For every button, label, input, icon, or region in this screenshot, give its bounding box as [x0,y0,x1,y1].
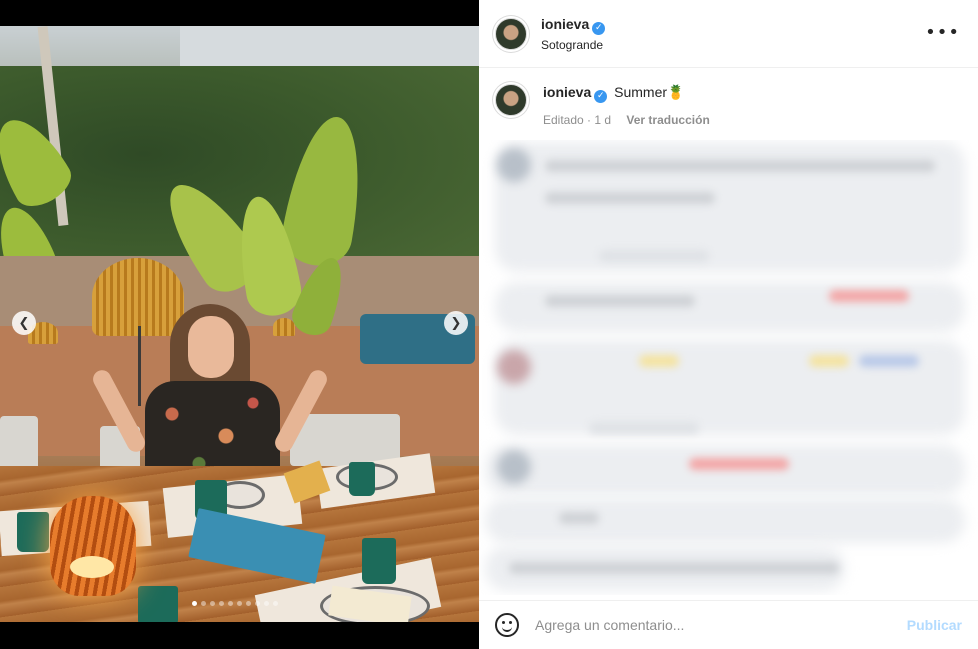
caption: ionieva ✓ Summer🍍 Editado · 1 d Ver tradu… [479,68,978,127]
more-options-icon: ••• [925,22,960,43]
post-header: ionieva ✓ Sotogrande ••• [479,0,978,68]
carousel-prev-button[interactable]: ❮ [12,311,36,335]
carousel-dot [228,601,233,606]
chevron-left-icon: ❮ [18,315,30,331]
carousel-next-button[interactable]: ❯ [444,311,468,335]
post-photo[interactable] [0,26,479,622]
carousel-dot [210,601,215,606]
author-username[interactable]: ionieva [541,16,589,32]
edited-label: Editado [543,113,584,127]
caption-avatar[interactable] [495,84,527,116]
carousel-dot [192,601,197,606]
carousel-dot [219,601,224,606]
more-options-button[interactable]: ••• [925,22,960,43]
avatar[interactable] [495,17,527,50]
carousel-dot [264,601,269,606]
comments-list-redacted [479,140,978,595]
translate-link[interactable]: Ver traducción [626,113,709,127]
comment-input[interactable] [535,617,907,633]
post-age[interactable]: 1 d [594,113,611,127]
post-location[interactable]: Sotogrande [541,38,605,52]
publish-button[interactable]: Publicar [907,617,962,633]
comment-composer: Publicar [479,600,978,649]
verified-badge-icon: ✓ [592,21,606,35]
verified-badge-icon: ✓ [594,90,608,103]
carousel-dot [246,601,251,606]
carousel-dot [255,601,260,606]
caption-username[interactable]: ionieva [543,84,591,100]
pineapple-emoji: 🍍 [667,84,685,100]
chevron-right-icon: ❯ [450,315,462,331]
carousel-dot [237,601,242,606]
emoji-smile-icon[interactable] [495,613,519,637]
carousel-dot [273,601,278,606]
carousel-dot [201,601,206,606]
post-side-panel: ionieva ✓ Sotogrande ••• ionieva ✓ Summer🍍… [479,0,978,649]
media-pane: ❮ ❯ [0,0,479,649]
caption-text: Summer [614,84,668,100]
carousel-indicator [192,601,278,606]
